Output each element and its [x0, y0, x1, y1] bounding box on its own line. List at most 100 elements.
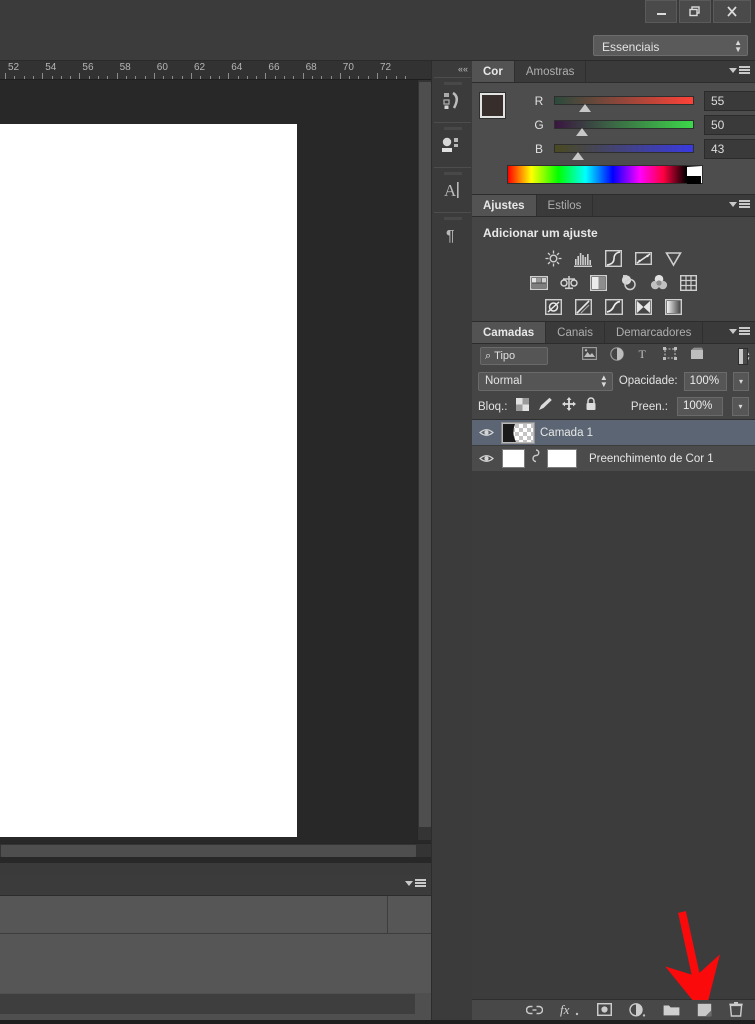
- channel-value-g[interactable]: 50: [704, 115, 755, 135]
- delete-layer-button[interactable]: [729, 1002, 743, 1022]
- adjustments-panel: Ajustes Estilos Adicionar um ajuste: [472, 195, 755, 322]
- gradient-map-icon[interactable]: [663, 297, 684, 316]
- document-vertical-scrollbar[interactable]: [417, 80, 431, 840]
- lock-transparent-pixels-icon[interactable]: [516, 397, 530, 416]
- channel-track-r[interactable]: [554, 96, 694, 105]
- color-panel-menu-button[interactable]: [729, 66, 750, 75]
- curves-icon[interactable]: [603, 249, 624, 268]
- channel-track-g[interactable]: [554, 120, 694, 129]
- bottom-panel-row[interactable]: [0, 896, 431, 934]
- layer-mask-thumbnail[interactable]: [547, 449, 577, 468]
- tab-canais[interactable]: Canais: [546, 322, 605, 343]
- channel-knob-r[interactable]: [578, 104, 591, 112]
- brightness-contrast-icon[interactable]: [543, 249, 564, 268]
- dock-item-histogram[interactable]: [434, 77, 471, 122]
- bottom-panel-divider: [387, 896, 388, 934]
- link-layers-button[interactable]: [525, 1003, 544, 1021]
- tab-demarcadores[interactable]: Demarcadores: [605, 322, 704, 343]
- tab-ajustes[interactable]: Ajustes: [472, 195, 537, 216]
- new-layer-button[interactable]: [697, 1003, 712, 1022]
- close-button[interactable]: [713, 0, 751, 23]
- add-layer-mask-button[interactable]: [596, 1002, 613, 1021]
- layer-mask-link-icon[interactable]: [531, 449, 541, 468]
- filter-pixel-layers-icon[interactable]: [582, 347, 598, 365]
- layer-fill-thumbnail[interactable]: [502, 449, 525, 468]
- new-fill-adjustment-layer-button[interactable]: [629, 1002, 646, 1022]
- table-row[interactable]: Camada 1: [472, 420, 755, 446]
- foreground-color-swatch[interactable]: [479, 92, 506, 119]
- ruler-minor-tick: [88, 76, 90, 79]
- filter-adjustment-layers-icon[interactable]: [610, 346, 624, 366]
- channel-mixer-icon[interactable]: [648, 273, 669, 292]
- dock-item-character[interactable]: A: [434, 167, 471, 212]
- document-vertical-scroll-thumb[interactable]: [419, 82, 431, 827]
- fill-label: Preen.:: [630, 400, 668, 413]
- horizontal-ruler[interactable]: 52 54 56 58 60 62 64 66 68 70 72: [0, 61, 431, 80]
- layer-style-fx-button[interactable]: fx: [560, 1002, 580, 1022]
- filter-type-layers-icon[interactable]: T: [637, 347, 650, 365]
- hue-saturation-icon[interactable]: [528, 273, 549, 292]
- canvas[interactable]: [0, 124, 297, 837]
- black-white-icon[interactable]: [588, 273, 609, 292]
- posterize-icon[interactable]: [573, 297, 594, 316]
- layer-name[interactable]: Preenchimento de Cor 1: [589, 453, 714, 465]
- layer-thumbnail[interactable]: [501, 421, 535, 444]
- workspace-label: Essenciais: [602, 39, 660, 54]
- ruler-minor-tick: [98, 76, 99, 79]
- ruler-minor-tick: [256, 76, 258, 79]
- opacity-dropdown-button[interactable]: ▾: [733, 371, 749, 391]
- ruler-minor-tick: [144, 76, 146, 79]
- levels-icon[interactable]: [573, 249, 594, 268]
- bottom-panel-tabbar: [0, 875, 431, 896]
- exposure-icon[interactable]: [633, 249, 654, 268]
- layer-filter-type-select[interactable]: ⌕ Tipo ▲▼: [480, 347, 751, 365]
- filter-smart-object-icon[interactable]: [690, 347, 704, 365]
- adjustments-panel-menu-button[interactable]: [729, 200, 750, 209]
- expand-panels-icon[interactable]: ««: [458, 64, 468, 74]
- color-spectrum-ramp[interactable]: [507, 165, 703, 184]
- vibrance-icon[interactable]: [663, 249, 684, 268]
- blend-mode-select[interactable]: Normal ▲ ▼: [478, 371, 613, 391]
- threshold-icon[interactable]: [603, 297, 624, 316]
- tab-cor[interactable]: Cor: [472, 61, 515, 82]
- tab-amostras[interactable]: Amostras: [515, 61, 587, 82]
- lock-position-icon[interactable]: [562, 397, 577, 416]
- dock-item-swatches[interactable]: [434, 122, 471, 167]
- workspace-selector[interactable]: Essenciais ▲ ▼: [593, 35, 748, 56]
- restore-button[interactable]: [679, 0, 711, 23]
- layer-visibility-toggle[interactable]: [476, 453, 496, 464]
- ruler-major-tick: [302, 73, 304, 79]
- color-panel: Cor Amostras R 55 G 50 B 43: [472, 61, 755, 195]
- filter-shape-layers-icon[interactable]: [663, 347, 677, 365]
- dock-item-paragraph[interactable]: ¶: [434, 212, 471, 257]
- bottom-panel-menu-button[interactable]: [405, 879, 426, 888]
- channel-value-b[interactable]: 43: [704, 139, 755, 159]
- document-horizontal-scroll-thumb[interactable]: [1, 845, 416, 857]
- layers-panel-menu-button[interactable]: [729, 327, 750, 336]
- fill-value[interactable]: 100%: [677, 397, 723, 416]
- table-row[interactable]: Preenchimento de Cor 1: [472, 446, 755, 472]
- channel-knob-g[interactable]: [576, 128, 588, 136]
- layer-filter-enable-toggle[interactable]: [738, 347, 748, 365]
- tab-camadas[interactable]: Camadas: [472, 322, 547, 343]
- layer-visibility-toggle[interactable]: [476, 427, 496, 438]
- tab-estilos[interactable]: Estilos: [537, 195, 594, 216]
- channel-knob-b[interactable]: [571, 152, 584, 160]
- color-lookup-icon[interactable]: [678, 273, 699, 292]
- layer-name[interactable]: Camada 1: [540, 427, 593, 439]
- lock-image-pixels-icon[interactable]: [538, 397, 553, 416]
- menu-lines-icon: [739, 327, 750, 336]
- minimize-button[interactable]: [645, 0, 677, 23]
- photo-filter-icon[interactable]: [618, 273, 639, 292]
- color-balance-icon[interactable]: [558, 273, 579, 292]
- new-group-button[interactable]: [663, 1003, 680, 1021]
- lock-all-icon[interactable]: [585, 397, 597, 416]
- invert-icon[interactable]: [543, 297, 564, 316]
- layer-filter-icons: T: [582, 346, 704, 366]
- fill-dropdown-button[interactable]: ▾: [732, 397, 749, 416]
- selective-color-icon[interactable]: [633, 297, 654, 316]
- opacity-value[interactable]: 100%: [683, 371, 727, 391]
- adjustments-row-3: [472, 297, 755, 316]
- document-horizontal-scrollbar[interactable]: [0, 843, 431, 857]
- channel-value-r[interactable]: 55: [704, 91, 755, 111]
